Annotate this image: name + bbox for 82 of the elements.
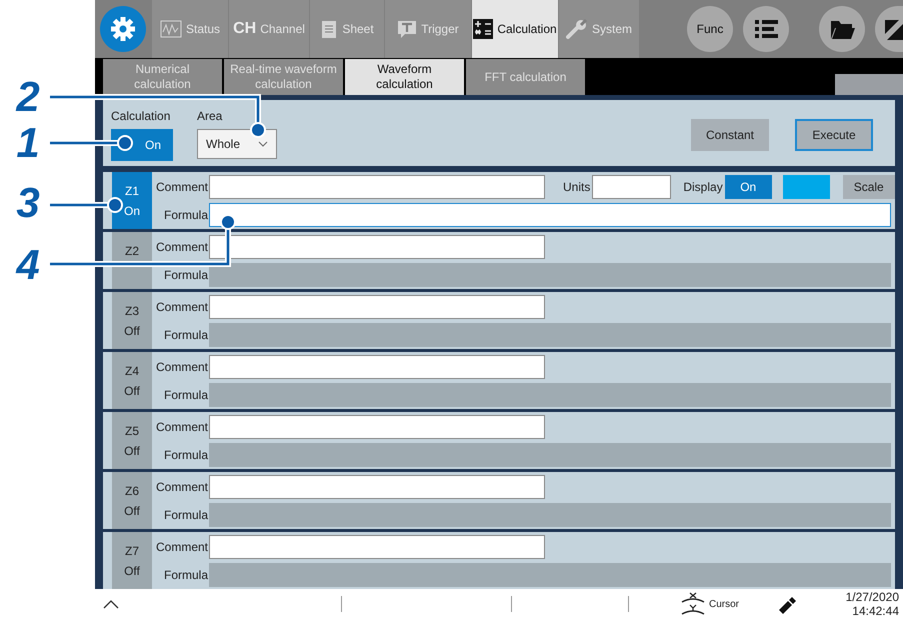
channel-name: Z3 <box>124 303 139 320</box>
channel-name: Z5 <box>124 423 139 440</box>
channel-state: Off <box>124 443 140 460</box>
formula-field[interactable] <box>209 562 891 586</box>
list-icon[interactable] <box>743 6 789 52</box>
chevron-down-icon <box>258 141 268 147</box>
folder-icon[interactable] <box>819 6 865 52</box>
channel-state: Off <box>124 563 140 580</box>
channel-badge[interactable]: Z5 Off <box>112 412 152 469</box>
formula-field[interactable] <box>209 382 891 406</box>
date-label: 1/27/2020 <box>846 590 899 604</box>
wrench-icon <box>566 18 588 40</box>
resize-icon[interactable] <box>875 6 903 52</box>
calculation-label: Calculation <box>111 108 172 125</box>
callout-number: 4 <box>14 242 41 288</box>
channel-state: Off <box>124 323 140 340</box>
comment-label: Comment <box>154 178 209 196</box>
area-label: Area <box>197 108 224 125</box>
channel-name: Z7 <box>124 543 139 560</box>
comment-field[interactable] <box>209 414 545 438</box>
channel-state: Off <box>124 503 140 520</box>
area-dropdown[interactable]: Whole <box>197 129 277 159</box>
channel-badge[interactable]: Z7 Off <box>112 532 152 589</box>
func-button[interactable]: Func <box>687 6 733 52</box>
formula-label: Formula <box>162 326 209 344</box>
comment-field[interactable] <box>209 474 545 498</box>
display-label: Display <box>683 178 723 196</box>
channel-badge[interactable]: Z3 Off <box>112 292 152 349</box>
formula-field[interactable] <box>209 442 891 466</box>
callout-number: 1 <box>15 120 41 166</box>
units-label: Units <box>563 178 590 196</box>
chevron-up-icon[interactable] <box>103 599 119 609</box>
formula-label: Formula <box>162 266 209 284</box>
comment-field[interactable] <box>209 294 545 318</box>
comment-field[interactable] <box>209 354 545 378</box>
scale-button[interactable]: Scale <box>842 174 895 198</box>
formula-field[interactable] <box>209 322 891 346</box>
constant-button[interactable]: Constant <box>691 119 769 151</box>
channel-badge[interactable]: Z6 Off <box>112 472 152 529</box>
sub-tab[interactable]: Waveform calculation <box>345 59 464 95</box>
comment-label: Comment <box>154 418 209 436</box>
channel-state: On <box>124 203 140 220</box>
comment-field[interactable] <box>209 234 545 258</box>
cursor-label: Cursor <box>709 598 740 612</box>
channel-name: Z6 <box>124 483 139 500</box>
calculator-icon <box>473 19 494 39</box>
comment-label: Comment <box>154 478 209 496</box>
formula-field[interactable] <box>209 502 891 526</box>
waveform-icon <box>160 20 182 38</box>
comment-label: Comment <box>154 298 209 316</box>
display-toggle[interactable]: On <box>724 174 772 198</box>
settings-icon[interactable] <box>100 6 146 52</box>
channel-badge[interactable]: Z4 Off <box>112 352 152 409</box>
comment-label: Comment <box>154 538 209 556</box>
channel-badge[interactable]: Z1 On <box>112 172 152 229</box>
formula-label: Formula <box>162 506 209 524</box>
cursor-icon[interactable] <box>679 591 707 617</box>
comment-label: Comment <box>154 238 209 256</box>
formula-label: Formula <box>162 206 209 224</box>
channel-name: Z4 <box>124 363 139 380</box>
t-icon <box>397 20 418 38</box>
formula-label: Formula <box>162 566 209 584</box>
document-icon <box>320 19 338 39</box>
execute-button[interactable]: Execute <box>795 119 873 151</box>
formula-field[interactable] <box>209 262 891 286</box>
top-tab[interactable]: Calculation <box>472 0 558 58</box>
callout-number: 2 <box>14 74 41 120</box>
color-swatch[interactable] <box>782 174 830 198</box>
time-label: 14:42:44 <box>852 604 899 618</box>
comment-field[interactable] <box>209 534 545 558</box>
units-field[interactable] <box>592 174 672 198</box>
formula-label: Formula <box>162 446 209 464</box>
channel-name: Z1 <box>124 183 139 200</box>
side-panel-header <box>835 74 903 95</box>
callout-number: 3 <box>15 180 41 226</box>
channel-state: Off <box>124 383 140 400</box>
formula-field[interactable] <box>209 202 891 226</box>
channel-name: Z2 <box>124 243 139 260</box>
comment-label: Comment <box>154 358 209 376</box>
comment-field[interactable] <box>209 174 545 198</box>
channel-icon-text: CH <box>233 19 256 39</box>
formula-label: Formula <box>162 386 209 404</box>
